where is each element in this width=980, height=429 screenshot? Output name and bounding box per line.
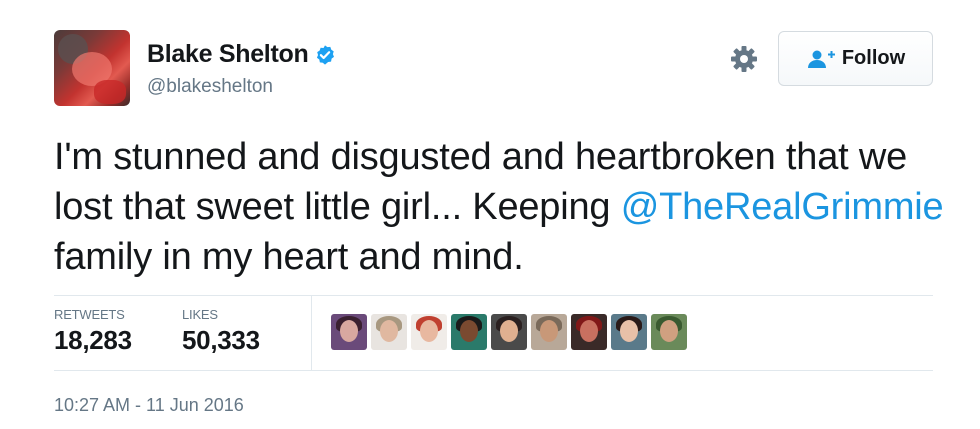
liker-avatar-8[interactable] [611,314,647,350]
author-avatar[interactable] [54,30,130,106]
stats-divider-top [54,295,933,296]
avatar-detail [540,320,558,342]
tweet-timestamp[interactable]: 10:27 AM - 11 Jun 2016 [54,395,244,416]
liker-avatar-4[interactable] [451,314,487,350]
avatar-detail [500,320,518,342]
retweets-stat[interactable]: RETWEETS 18,283 [54,307,132,356]
tweet-text-part: family in my heart and mind. [54,236,524,278]
likes-label: LIKES [182,307,218,322]
likes-count: 50,333 [182,325,260,355]
liker-avatars [331,314,691,350]
likes-stat[interactable]: LIKES 50,333 [182,307,260,356]
liker-avatar-3[interactable] [411,314,447,350]
liker-avatar-1[interactable] [331,314,367,350]
gear-icon[interactable] [729,44,759,74]
liker-avatar-9[interactable] [651,314,687,350]
add-user-icon [807,50,835,68]
stats-vertical-divider [311,296,312,370]
avatar-detail [460,320,478,342]
avatar-detail [94,80,126,104]
tweet-text: I'm stunned and disgusted and heartbroke… [54,132,944,282]
avatar-detail [380,320,398,342]
author-name-row: Blake Shelton [147,40,336,69]
verified-badge-icon [317,44,335,65]
avatar-detail [620,320,638,342]
follow-label: Follow [841,47,906,69]
retweets-count: 18,283 [54,325,132,355]
author-handle[interactable]: @blakeshelton [147,76,273,98]
avatar-detail [660,320,678,342]
author-display-name[interactable]: Blake Shelton [147,40,309,69]
avatar-detail [580,320,598,342]
avatar-detail [420,320,438,342]
avatar-detail [340,320,358,342]
retweets-label: RETWEETS [54,307,125,322]
liker-avatar-6[interactable] [531,314,567,350]
follow-button[interactable]: Follow [778,31,933,86]
stats-divider-bottom [54,370,933,371]
liker-avatar-5[interactable] [491,314,527,350]
mention-link[interactable]: @TheRealGrimmie [621,186,944,228]
liker-avatar-2[interactable] [371,314,407,350]
liker-avatar-7[interactable] [571,314,607,350]
